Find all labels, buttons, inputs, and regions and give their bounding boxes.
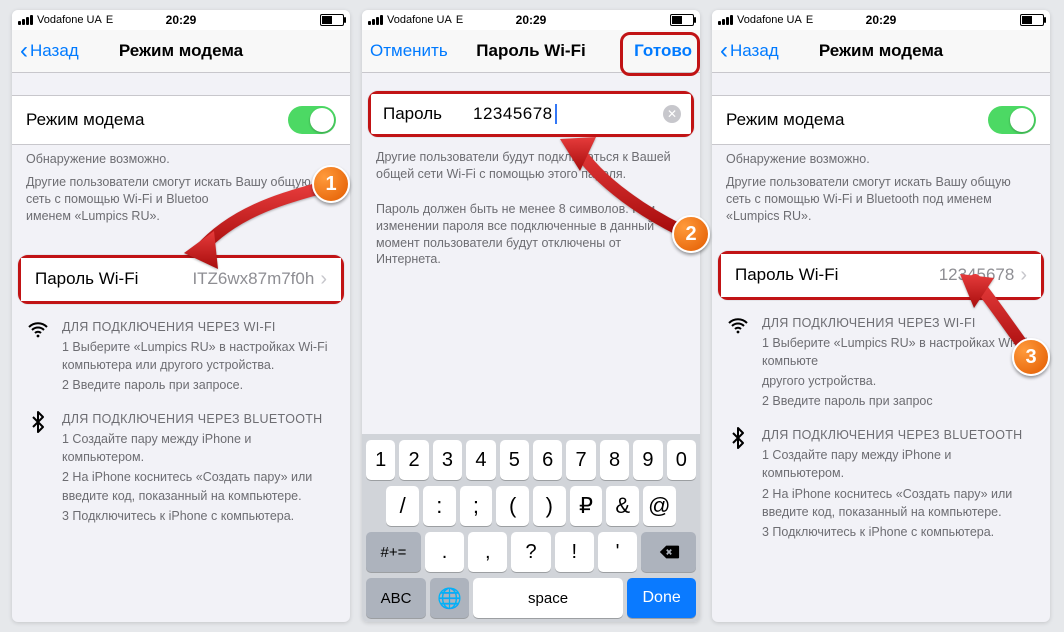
text-caret	[555, 104, 557, 124]
bt-instructions: ДЛЯ ПОДКЛЮЧЕНИЯ ЧЕРЕЗ BLUETOOTH 1 Создай…	[12, 396, 350, 527]
clock: 20:29	[166, 13, 197, 27]
password-field-label: Пароль	[383, 104, 473, 124]
nav-title: Пароль Wi-Fi	[476, 41, 585, 61]
key-3[interactable]: 3	[433, 440, 462, 480]
signal-icon	[18, 15, 33, 25]
hotspot-toggle-row[interactable]: Режим модема	[12, 95, 350, 145]
wifi-instructions: ДЛЯ ПОДКЛЮЧЕНИЯ ЧЕРЕЗ WI-FI 1 Выберите «…	[712, 300, 1050, 413]
highlight-frame-password: Пароль 12345678 ✕	[368, 91, 694, 137]
battery-icon	[670, 14, 694, 26]
signal-icon	[718, 15, 733, 25]
key-7[interactable]: 7	[566, 440, 595, 480]
discovery-title: Обнаружение возможно.	[12, 145, 350, 168]
wifi-password-row[interactable]: Пароль Wi-Fi ITZ6wx87m7f0h ›	[21, 258, 341, 301]
key-apos[interactable]: '	[598, 532, 637, 572]
carrier-label: Vodafone UA	[37, 14, 102, 26]
key-slash[interactable]: /	[386, 486, 419, 526]
key-semi[interactable]: ;	[460, 486, 493, 526]
battery-icon	[1020, 14, 1044, 26]
signal-icon	[368, 15, 383, 25]
key-0[interactable]: 0	[667, 440, 696, 480]
bt-instructions: ДЛЯ ПОДКЛЮЧЕНИЯ ЧЕРЕЗ BLUETOOTH 1 Создай…	[712, 412, 1050, 543]
chevron-right-icon: ›	[1020, 264, 1027, 287]
bt-instr-header: ДЛЯ ПОДКЛЮЧЕНИЯ ЧЕРЕЗ BLUETOOTH	[62, 410, 336, 428]
wifi-password-label: Пароль Wi-Fi	[35, 269, 138, 289]
key-at[interactable]: @	[643, 486, 676, 526]
nav-title: Режим модема	[119, 41, 243, 61]
status-bar: Vodafone UA E 20:29	[712, 10, 1050, 30]
help-text-1: Другие пользователи будут подключаться к…	[362, 143, 700, 183]
discovery-body: Другие пользователи смогут искать Вашу о…	[12, 168, 350, 208]
bt-instr-2: 2 На iPhone коснитесь «Создать пару» или…	[62, 468, 336, 504]
wifi-instr-2: 2 Введите пароль при запросе.	[62, 376, 336, 394]
password-field-row[interactable]: Пароль 12345678 ✕	[371, 94, 691, 134]
highlight-frame: Пароль Wi-Fi 12345678 ›	[718, 251, 1044, 300]
nav-bar: ‹ Назад Режим модема	[712, 30, 1050, 73]
key-period[interactable]: .	[425, 532, 464, 572]
key-4[interactable]: 4	[466, 440, 495, 480]
wifi-password-value: 12345678	[939, 265, 1015, 285]
nav-bar: Отменить Пароль Wi-Fi Готово	[362, 30, 700, 73]
cancel-button[interactable]: Отменить	[370, 41, 448, 61]
help-text-2: Пароль должен быть не менее 8 символов. …	[362, 195, 700, 269]
key-abc[interactable]: ABC	[366, 578, 426, 618]
key-2[interactable]: 2	[399, 440, 428, 480]
back-label: Назад	[30, 41, 79, 61]
wifi-instr-header: ДЛЯ ПОДКЛЮЧЕНИЯ ЧЕРЕЗ WI-FI	[62, 318, 336, 336]
key-colon[interactable]: :	[423, 486, 456, 526]
key-9[interactable]: 9	[633, 440, 662, 480]
wifi-icon	[726, 314, 750, 413]
key-globe-icon[interactable]: 🌐	[430, 578, 469, 618]
hotspot-toggle-row[interactable]: Режим модема	[712, 95, 1050, 145]
bluetooth-icon	[26, 410, 50, 527]
screenshot-panel-3: Vodafone UA E 20:29 ‹ Назад Режим модема…	[712, 10, 1050, 622]
toggle-switch-on[interactable]	[988, 106, 1036, 134]
battery-icon	[320, 14, 344, 26]
clear-text-icon[interactable]: ✕	[663, 105, 681, 123]
key-symswitch[interactable]: #+=	[366, 532, 421, 572]
key-6[interactable]: 6	[533, 440, 562, 480]
screenshot-panel-1: Vodafone UA E 20:29 ‹ Назад Режим модема…	[12, 10, 350, 622]
back-label: Назад	[730, 41, 779, 61]
key-rub[interactable]: ₽	[570, 486, 603, 526]
key-space[interactable]: space	[473, 578, 623, 618]
key-lp[interactable]: (	[496, 486, 529, 526]
done-button[interactable]: Готово	[634, 41, 692, 61]
key-rp[interactable]: )	[533, 486, 566, 526]
nav-title: Режим модема	[819, 41, 943, 61]
bluetooth-icon	[726, 426, 750, 543]
key-done[interactable]: Done	[627, 578, 696, 618]
status-bar: Vodafone UA E 20:29	[362, 10, 700, 30]
cancel-label: Отменить	[370, 41, 448, 61]
network-type: E	[106, 14, 113, 26]
key-backspace[interactable]	[641, 532, 696, 572]
key-5[interactable]: 5	[500, 440, 529, 480]
key-comma[interactable]: ,	[468, 532, 507, 572]
bt-instr-1: 1 Создайте пару между iPhone и компьютер…	[62, 430, 336, 466]
highlight-frame: Пароль Wi-Fi ITZ6wx87m7f0h ›	[18, 255, 344, 304]
screenshot-panel-2: Vodafone UA E 20:29 Отменить Пароль Wi-F…	[362, 10, 700, 622]
password-field-value: 12345678	[473, 104, 553, 124]
key-excl[interactable]: !	[555, 532, 594, 572]
wifi-password-row[interactable]: Пароль Wi-Fi 12345678 ›	[721, 254, 1041, 297]
wifi-instr-1: 1 Выберите «Lumpics RU» в настройках Wi-…	[62, 338, 336, 374]
wifi-password-value: ITZ6wx87m7f0h	[192, 269, 314, 289]
status-bar: Vodafone UA E 20:29	[12, 10, 350, 30]
key-q[interactable]: ?	[511, 532, 550, 572]
done-label: Готово	[634, 41, 692, 60]
wifi-icon	[26, 318, 50, 397]
keyboard: 1 2 3 4 5 6 7 8 9 0 - / : ; ( ) ₽ & @	[362, 434, 700, 622]
key-1[interactable]: 1	[366, 440, 395, 480]
bt-instr-3: 3 Подключитесь к iPhone с компьютера.	[62, 507, 336, 525]
back-button[interactable]: ‹ Назад	[20, 41, 79, 61]
toggle-label: Режим модема	[26, 110, 144, 130]
chevron-right-icon: ›	[320, 268, 327, 291]
toggle-switch-on[interactable]	[288, 106, 336, 134]
key-amp[interactable]: &	[606, 486, 639, 526]
back-button[interactable]: ‹ Назад	[720, 41, 779, 61]
wifi-instructions: ДЛЯ ПОДКЛЮЧЕНИЯ ЧЕРЕЗ WI-FI 1 Выберите «…	[12, 304, 350, 397]
nav-bar: ‹ Назад Режим модема	[12, 30, 350, 73]
key-8[interactable]: 8	[600, 440, 629, 480]
